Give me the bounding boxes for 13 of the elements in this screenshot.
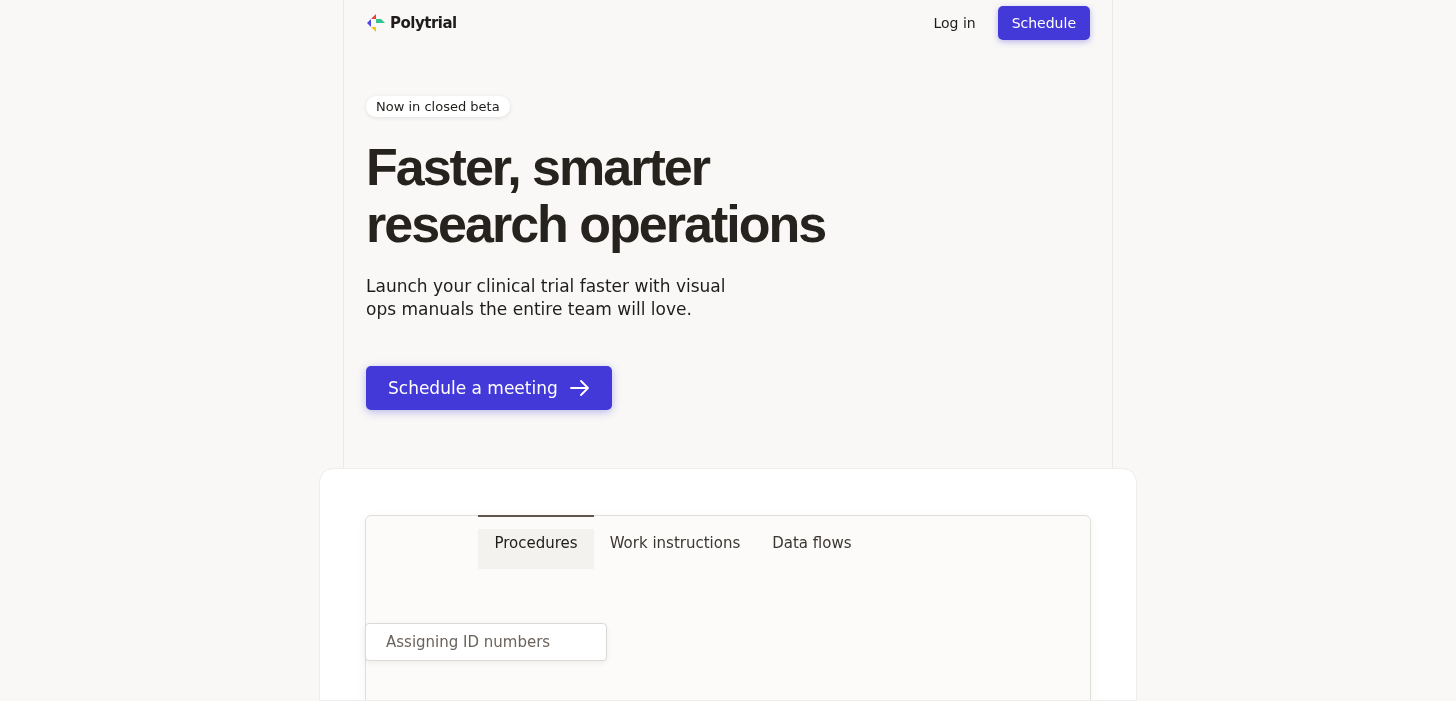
tab[interactable]: Procedures	[478, 515, 594, 569]
tab[interactable]: Data flows	[756, 515, 868, 569]
tab[interactable]: Work instructions	[593, 515, 757, 569]
procedure-item[interactable]: Assigning ID numbers	[365, 623, 607, 661]
logo-icon	[366, 13, 386, 33]
login-link[interactable]: Log in	[933, 15, 976, 31]
brand-name: Polytrial	[390, 14, 457, 32]
arrow-icon	[569, 380, 590, 396]
hero-subtitle: Launch your clinical trial faster with visual ops manuals the entire team will love.	[366, 275, 727, 321]
schedule-meeting-button[interactable]: Schedule a meeting	[366, 366, 612, 410]
hero-heading: Faster, smarter research operations	[366, 139, 827, 253]
beta-badge: Now in closed beta	[366, 96, 510, 117]
schedule-button[interactable]: Schedule	[997, 6, 1090, 40]
